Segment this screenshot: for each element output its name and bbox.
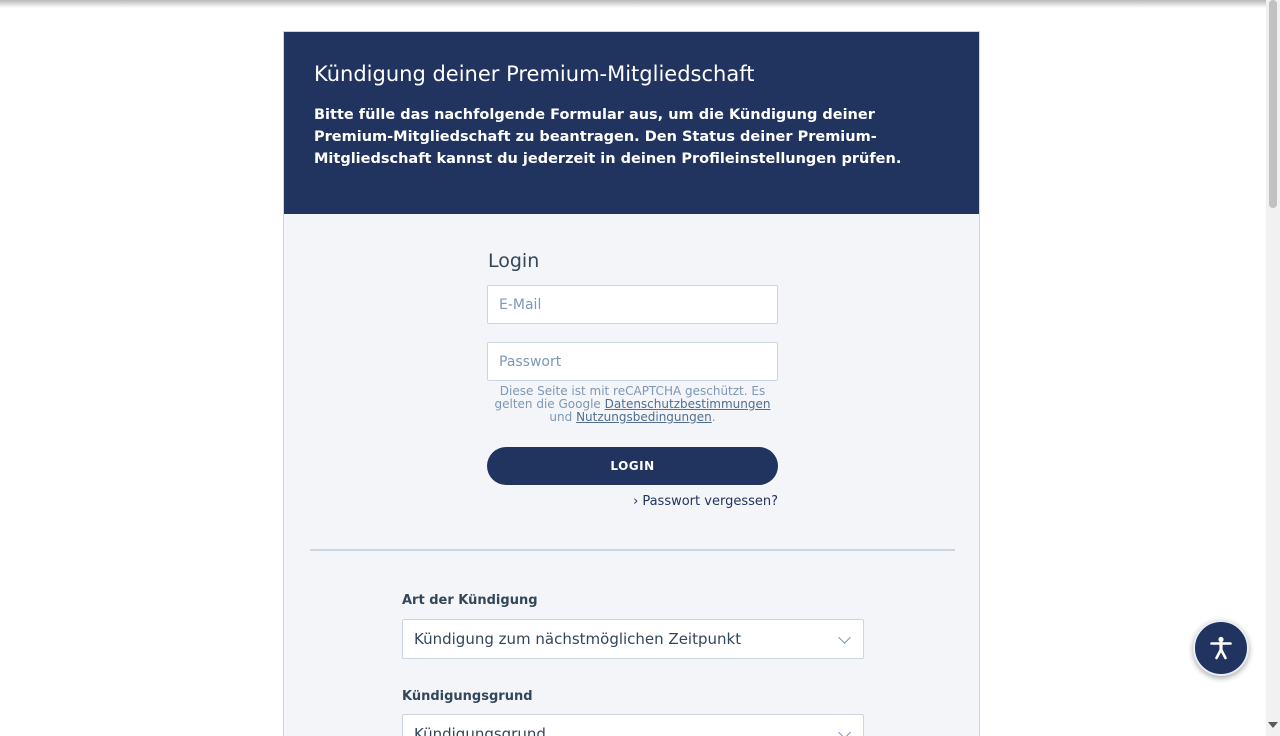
cancellation-type-select[interactable]: Kündigung zum nächstmöglichen Zeitpunkt (402, 619, 864, 659)
cancellation-type-label: Art der Kündigung (402, 593, 538, 608)
password-input[interactable] (487, 342, 778, 381)
page-scrollbar[interactable] (1266, 0, 1280, 736)
terms-of-service-link[interactable]: Nutzungsbedingungen (576, 410, 712, 424)
cancellation-type-value: Kündigung zum nächstmöglichen Zeitpunkt (414, 630, 742, 648)
forgot-password-link[interactable]: › Passwort vergessen? (487, 494, 778, 509)
cancellation-reason-select[interactable]: Kündigungsgrund (402, 714, 864, 736)
cancellation-reason-value: Kündigungsgrund (414, 725, 546, 736)
recaptcha-notice: Diese Seite ist mit reCAPTCHA geschützt.… (487, 385, 778, 424)
forgot-password-label: Passwort vergessen? (642, 494, 778, 509)
page-title: Kündigung deiner Premium-Mitgliedschaft (314, 62, 755, 86)
chevron-right-icon: › (633, 494, 639, 509)
chevron-down-icon (838, 631, 851, 644)
cancellation-card: Kündigung deiner Premium-Mitgliedschaft … (283, 31, 980, 736)
email-input[interactable] (487, 285, 778, 324)
hero-description: Bitte fülle das nachfolgende Formular au… (314, 107, 902, 167)
accessibility-icon (1210, 636, 1232, 660)
privacy-policy-link[interactable]: Datenschutzbestimmungen (605, 397, 771, 411)
scrollbar-thumb[interactable] (1269, 0, 1277, 208)
scroll-down-arrow-icon[interactable] (1268, 722, 1278, 728)
recaptcha-text-3: . (711, 410, 716, 424)
section-divider (310, 549, 955, 551)
login-button[interactable]: LOGIN (487, 447, 778, 485)
page: Kündigung deiner Premium-Mitgliedschaft … (0, 0, 1266, 736)
login-title: Login (488, 250, 540, 272)
recaptcha-text-2: und (549, 410, 573, 424)
hero-banner: Kündigung deiner Premium-Mitgliedschaft … (284, 32, 979, 214)
cancellation-reason-label: Kündigungsgrund (402, 689, 533, 704)
top-shadow (0, 0, 1266, 8)
accessibility-button[interactable] (1193, 620, 1249, 676)
chevron-down-icon (838, 726, 851, 736)
